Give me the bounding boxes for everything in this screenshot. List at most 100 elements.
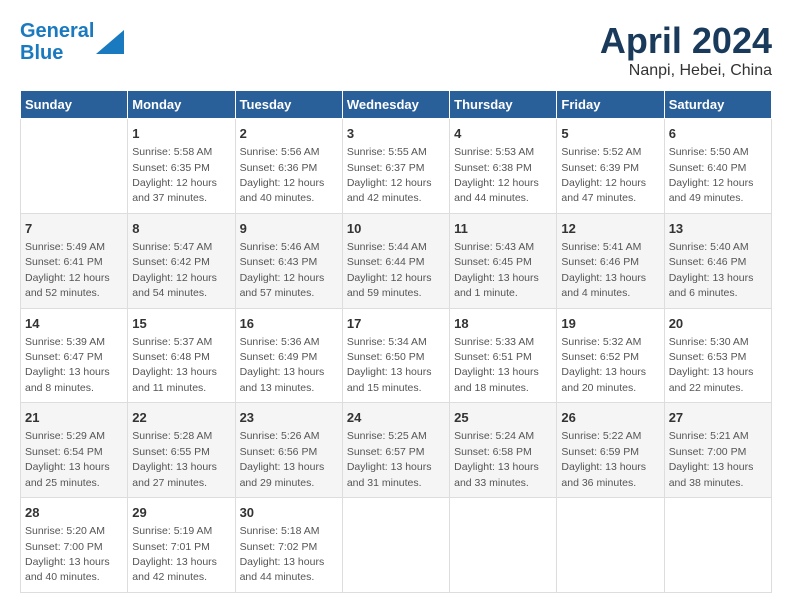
calendar-cell: 2 Sunrise: 5:56 AM Sunset: 6:36 PM Daylig… [235, 119, 342, 214]
day-number: 22 [132, 409, 230, 427]
calendar-cell: 3 Sunrise: 5:55 AM Sunset: 6:37 PM Daylig… [342, 119, 449, 214]
day-info: Sunrise: 5:28 AM Sunset: 6:55 PM Dayligh… [132, 430, 217, 488]
calendar-cell: 19 Sunrise: 5:32 AM Sunset: 6:52 PM Dayli… [557, 308, 664, 403]
calendar-cell: 21 Sunrise: 5:29 AM Sunset: 6:54 PM Dayli… [21, 403, 128, 498]
calendar-cell: 23Sunrise: 5:26 AM Sunset: 6:56 PM Dayli… [235, 403, 342, 498]
day-info: Sunrise: 5:41 AM Sunset: 6:46 PM Dayligh… [561, 241, 646, 299]
calendar-cell: 10 Sunrise: 5:44 AM Sunset: 6:44 PM Dayli… [342, 213, 449, 308]
calendar-cell: 28Sunrise: 5:20 AM Sunset: 7:00 PM Dayli… [21, 498, 128, 593]
calendar-cell: 8Sunrise: 5:47 AM Sunset: 6:42 PM Daylig… [128, 213, 235, 308]
logo: GeneralBlue [20, 20, 124, 64]
calendar-cell: 30Sunrise: 5:18 AM Sunset: 7:02 PM Dayli… [235, 498, 342, 593]
calendar-cell: 25 Sunrise: 5:24 AM Sunset: 6:58 PM Dayli… [450, 403, 557, 498]
calendar-cell: 4 Sunrise: 5:53 AM Sunset: 6:38 PM Daylig… [450, 119, 557, 214]
calendar-cell: 5 Sunrise: 5:52 AM Sunset: 6:39 PM Daylig… [557, 119, 664, 214]
day-info: Sunrise: 5:32 AM Sunset: 6:52 PM Dayligh… [561, 336, 646, 394]
day-number: 8 [132, 220, 230, 238]
day-number: 27 [669, 409, 767, 427]
calendar-cell: 16Sunrise: 5:36 AM Sunset: 6:49 PM Dayli… [235, 308, 342, 403]
calendar-cell [664, 498, 771, 593]
week-row-5: 28Sunrise: 5:20 AM Sunset: 7:00 PM Dayli… [21, 498, 772, 593]
day-info: Sunrise: 5:56 AM Sunset: 6:36 PM Dayligh… [240, 146, 325, 204]
column-header-thursday: Thursday [450, 91, 557, 119]
calendar-cell: 17Sunrise: 5:34 AM Sunset: 6:50 PM Dayli… [342, 308, 449, 403]
day-number: 15 [132, 315, 230, 333]
day-info: Sunrise: 5:53 AM Sunset: 6:38 PM Dayligh… [454, 146, 539, 204]
day-info: Sunrise: 5:24 AM Sunset: 6:58 PM Dayligh… [454, 430, 539, 488]
day-number: 2 [240, 125, 338, 143]
calendar-cell: 12 Sunrise: 5:41 AM Sunset: 6:46 PM Dayli… [557, 213, 664, 308]
column-header-sunday: Sunday [21, 91, 128, 119]
day-info: Sunrise: 5:55 AM Sunset: 6:37 PM Dayligh… [347, 146, 432, 204]
day-number: 25 [454, 409, 552, 427]
column-header-monday: Monday [128, 91, 235, 119]
calendar-cell: 9 Sunrise: 5:46 AM Sunset: 6:43 PM Daylig… [235, 213, 342, 308]
calendar-cell: 22 Sunrise: 5:28 AM Sunset: 6:55 PM Dayli… [128, 403, 235, 498]
title-block: April 2024 Nanpi, Hebei, China [600, 20, 772, 80]
main-title: April 2024 [600, 20, 772, 62]
day-number: 28 [25, 504, 123, 522]
day-info: Sunrise: 5:29 AM Sunset: 6:54 PM Dayligh… [25, 430, 110, 488]
day-number: 10 [347, 220, 445, 238]
day-info: Sunrise: 5:43 AM Sunset: 6:45 PM Dayligh… [454, 241, 539, 299]
calendar-cell: 27Sunrise: 5:21 AM Sunset: 7:00 PM Dayli… [664, 403, 771, 498]
day-number: 3 [347, 125, 445, 143]
calendar-header: SundayMondayTuesdayWednesdayThursdayFrid… [21, 91, 772, 119]
calendar-body: 1Sunrise: 5:58 AM Sunset: 6:35 PM Daylig… [21, 119, 772, 593]
calendar-cell: 13 Sunrise: 5:40 AM Sunset: 6:46 PM Dayli… [664, 213, 771, 308]
day-info: Sunrise: 5:58 AM Sunset: 6:35 PM Dayligh… [132, 146, 217, 204]
column-header-friday: Friday [557, 91, 664, 119]
day-info: Sunrise: 5:44 AM Sunset: 6:44 PM Dayligh… [347, 241, 432, 299]
day-number: 26 [561, 409, 659, 427]
header-row: SundayMondayTuesdayWednesdayThursdayFrid… [21, 91, 772, 119]
calendar-cell: 24Sunrise: 5:25 AM Sunset: 6:57 PM Dayli… [342, 403, 449, 498]
calendar-cell: 1Sunrise: 5:58 AM Sunset: 6:35 PM Daylig… [128, 119, 235, 214]
column-header-wednesday: Wednesday [342, 91, 449, 119]
calendar-cell: 20Sunrise: 5:30 AM Sunset: 6:53 PM Dayli… [664, 308, 771, 403]
day-info: Sunrise: 5:26 AM Sunset: 6:56 PM Dayligh… [240, 430, 325, 488]
day-number: 5 [561, 125, 659, 143]
day-info: Sunrise: 5:25 AM Sunset: 6:57 PM Dayligh… [347, 430, 432, 488]
calendar-table: SundayMondayTuesdayWednesdayThursdayFrid… [20, 90, 772, 593]
calendar-cell: 29Sunrise: 5:19 AM Sunset: 7:01 PM Dayli… [128, 498, 235, 593]
day-info: Sunrise: 5:46 AM Sunset: 6:43 PM Dayligh… [240, 241, 325, 299]
day-info: Sunrise: 5:39 AM Sunset: 6:47 PM Dayligh… [25, 336, 110, 394]
day-info: Sunrise: 5:22 AM Sunset: 6:59 PM Dayligh… [561, 430, 646, 488]
day-number: 12 [561, 220, 659, 238]
day-number: 13 [669, 220, 767, 238]
day-number: 9 [240, 220, 338, 238]
logo-icon [96, 30, 124, 54]
calendar-cell [21, 119, 128, 214]
week-row-4: 21 Sunrise: 5:29 AM Sunset: 6:54 PM Dayli… [21, 403, 772, 498]
subtitle: Nanpi, Hebei, China [600, 62, 772, 80]
day-number: 17 [347, 315, 445, 333]
day-info: Sunrise: 5:33 AM Sunset: 6:51 PM Dayligh… [454, 336, 539, 394]
calendar-cell [557, 498, 664, 593]
day-number: 19 [561, 315, 659, 333]
calendar-cell: 18 Sunrise: 5:33 AM Sunset: 6:51 PM Dayli… [450, 308, 557, 403]
day-number: 29 [132, 504, 230, 522]
page-header: GeneralBlue April 2024 Nanpi, Hebei, Chi… [20, 20, 772, 80]
logo-text: GeneralBlue [20, 20, 94, 64]
column-header-tuesday: Tuesday [235, 91, 342, 119]
column-header-saturday: Saturday [664, 91, 771, 119]
week-row-2: 7Sunrise: 5:49 AM Sunset: 6:41 PM Daylig… [21, 213, 772, 308]
day-number: 20 [669, 315, 767, 333]
day-number: 14 [25, 315, 123, 333]
calendar-cell: 26 Sunrise: 5:22 AM Sunset: 6:59 PM Dayli… [557, 403, 664, 498]
week-row-1: 1Sunrise: 5:58 AM Sunset: 6:35 PM Daylig… [21, 119, 772, 214]
day-info: Sunrise: 5:52 AM Sunset: 6:39 PM Dayligh… [561, 146, 646, 204]
day-info: Sunrise: 5:49 AM Sunset: 6:41 PM Dayligh… [25, 241, 110, 299]
calendar-cell: 7Sunrise: 5:49 AM Sunset: 6:41 PM Daylig… [21, 213, 128, 308]
day-number: 11 [454, 220, 552, 238]
day-info: Sunrise: 5:40 AM Sunset: 6:46 PM Dayligh… [669, 241, 754, 299]
calendar-cell: 14 Sunrise: 5:39 AM Sunset: 6:47 PM Dayli… [21, 308, 128, 403]
day-number: 18 [454, 315, 552, 333]
week-row-3: 14 Sunrise: 5:39 AM Sunset: 6:47 PM Dayli… [21, 308, 772, 403]
day-info: Sunrise: 5:18 AM Sunset: 7:02 PM Dayligh… [240, 525, 325, 583]
day-info: Sunrise: 5:36 AM Sunset: 6:49 PM Dayligh… [240, 336, 325, 394]
day-number: 21 [25, 409, 123, 427]
day-number: 4 [454, 125, 552, 143]
day-info: Sunrise: 5:37 AM Sunset: 6:48 PM Dayligh… [132, 336, 217, 394]
calendar-cell [450, 498, 557, 593]
